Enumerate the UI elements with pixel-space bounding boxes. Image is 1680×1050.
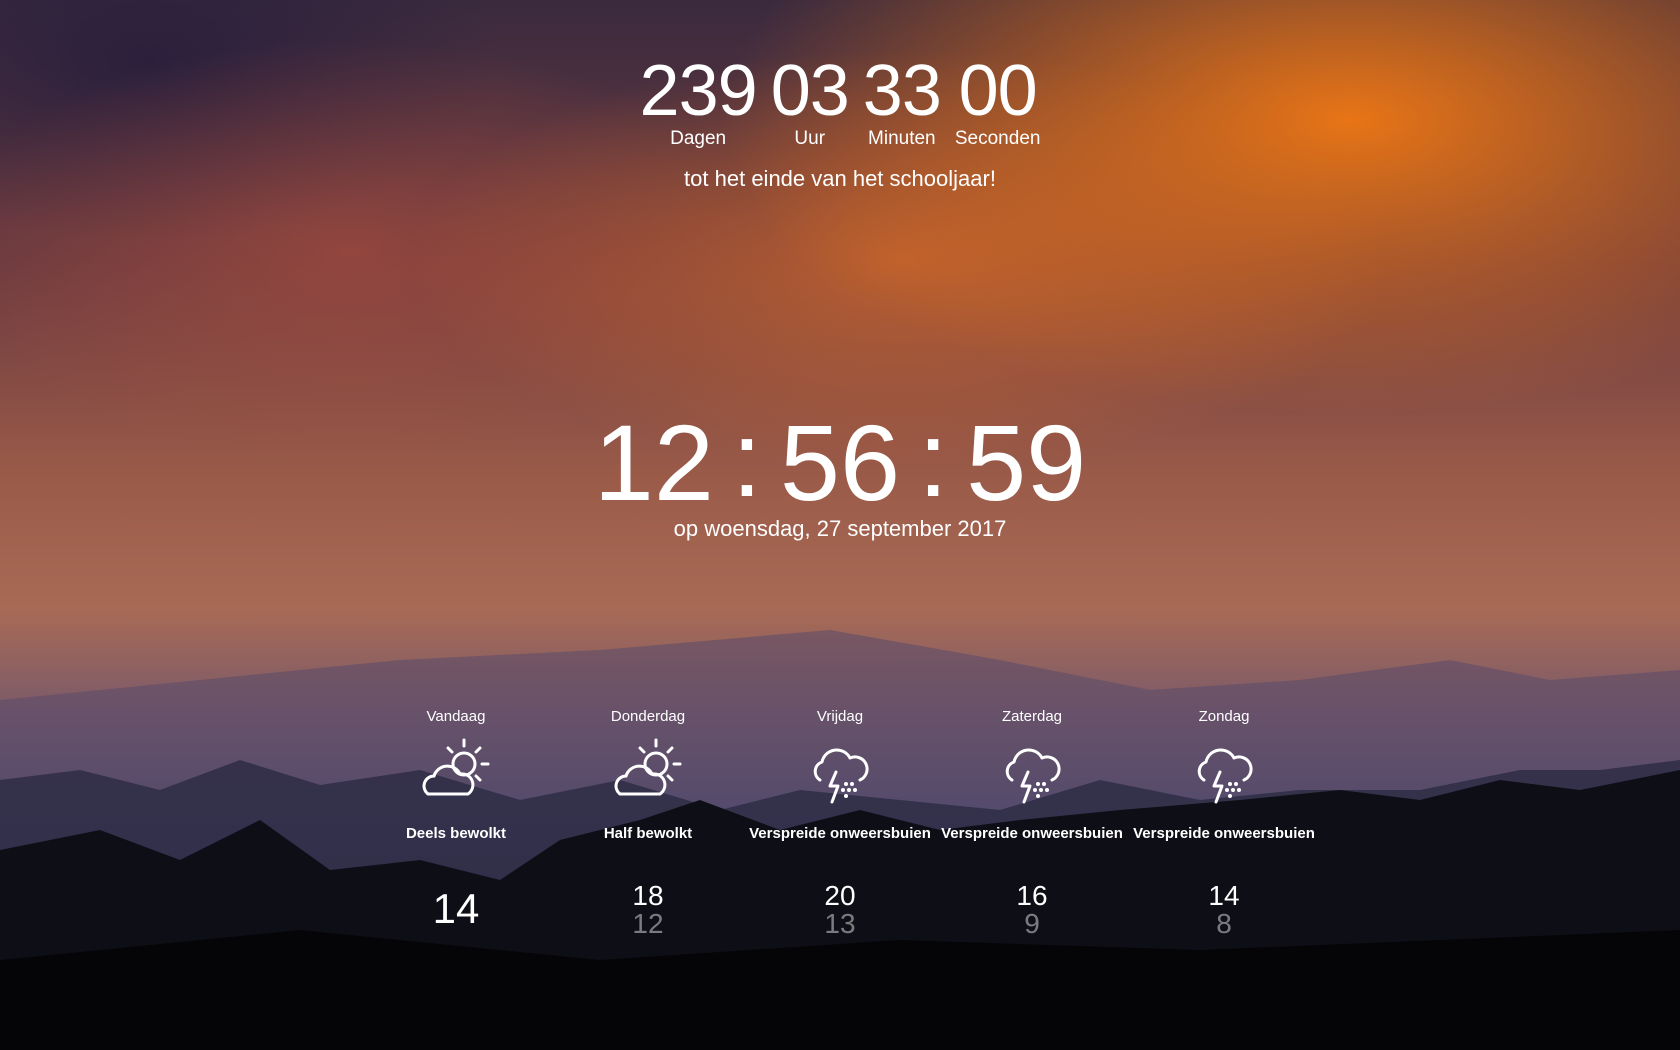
forecast-day-today: Vandaag Deels bewolkt 14 bbox=[360, 708, 552, 938]
countdown-value: 03 bbox=[770, 51, 850, 131]
forecast-condition: Verspreide onweersbuien bbox=[749, 825, 931, 842]
forecast-day: Vrijdag Verspreide onweersbuien 20 13 bbox=[744, 708, 936, 938]
clock-separator: : bbox=[918, 398, 949, 519]
clock-minutes: 56 bbox=[779, 402, 901, 523]
forecast-temps: 16 9 bbox=[1016, 882, 1047, 938]
forecast-condition: Deels bewolkt bbox=[405, 825, 507, 842]
partly-cloudy-day-icon bbox=[614, 738, 682, 796]
countdown-minutes: 33 Minuten bbox=[862, 51, 942, 150]
thunderstorm-icon bbox=[1197, 748, 1253, 804]
forecast-day-name: Vrijdag bbox=[816, 708, 864, 725]
forecast-low: 9 bbox=[1024, 908, 1040, 939]
forecast-high: 20 bbox=[824, 880, 856, 911]
forecast-high: 18 bbox=[632, 880, 664, 911]
clock: 12 : 56 : 59 bbox=[0, 402, 1680, 523]
forecast-low: 12 bbox=[632, 908, 664, 939]
forecast-temps: 20 13 bbox=[824, 882, 855, 938]
weather-forecast: Vandaag Deels bewolkt 14 Donderdag Half … bbox=[360, 708, 1320, 938]
forecast-day: Donderdag Half bewolkt 18 12 bbox=[552, 708, 744, 938]
countdown: 239 Dagen 03 Uur 33 Minuten 00 Seconden bbox=[0, 52, 1680, 150]
countdown-caption: tot het einde van het schooljaar! bbox=[684, 166, 996, 191]
forecast-day-name: Zondag bbox=[1198, 708, 1250, 725]
countdown-days: 239 Dagen bbox=[639, 51, 758, 150]
forecast-day: Zondag Verspreide onweersbuien 14 8 bbox=[1128, 708, 1320, 938]
forecast-day: Zaterdag Verspreide onweersbuien 16 9 bbox=[936, 708, 1128, 938]
countdown-hours: 03 Uur bbox=[770, 51, 850, 150]
countdown-label: Minuten bbox=[868, 128, 936, 149]
countdown-value: 33 bbox=[862, 51, 942, 131]
countdown-value: 00 bbox=[958, 51, 1038, 131]
countdown-value: 239 bbox=[639, 51, 758, 131]
forecast-high: 16 bbox=[1016, 880, 1048, 911]
forecast-condition: Verspreide onweersbuien bbox=[941, 825, 1123, 842]
countdown-label: Seconden bbox=[954, 128, 1041, 149]
forecast-day-name: Vandaag bbox=[426, 708, 486, 725]
clock-hours: 12 bbox=[593, 402, 714, 523]
clock-separator: : bbox=[731, 398, 762, 519]
thunderstorm-icon bbox=[813, 748, 869, 804]
forecast-temps: 14 bbox=[433, 882, 480, 932]
clock-date: op woensdag, 27 september 2017 bbox=[673, 516, 1007, 541]
forecast-low: 13 bbox=[824, 908, 856, 939]
forecast-low: 8 bbox=[1216, 908, 1232, 939]
countdown-label: Uur bbox=[794, 128, 826, 149]
countdown-seconds: 00 Seconden bbox=[955, 52, 1041, 150]
forecast-condition: Verspreide onweersbuien bbox=[1133, 825, 1315, 842]
countdown-label: Dagen bbox=[670, 128, 727, 149]
forecast-high: 14 bbox=[432, 885, 480, 932]
thunderstorm-icon bbox=[1005, 748, 1061, 804]
partly-cloudy-day-icon bbox=[422, 738, 490, 796]
forecast-high: 14 bbox=[1208, 880, 1240, 911]
forecast-day-name: Donderdag bbox=[610, 708, 686, 725]
forecast-day-name: Zaterdag bbox=[1001, 708, 1063, 725]
forecast-condition: Half bewolkt bbox=[603, 825, 693, 842]
clock-seconds: 59 bbox=[966, 402, 1087, 523]
forecast-temps: 18 12 bbox=[632, 882, 663, 938]
forecast-temps: 14 8 bbox=[1208, 882, 1239, 938]
